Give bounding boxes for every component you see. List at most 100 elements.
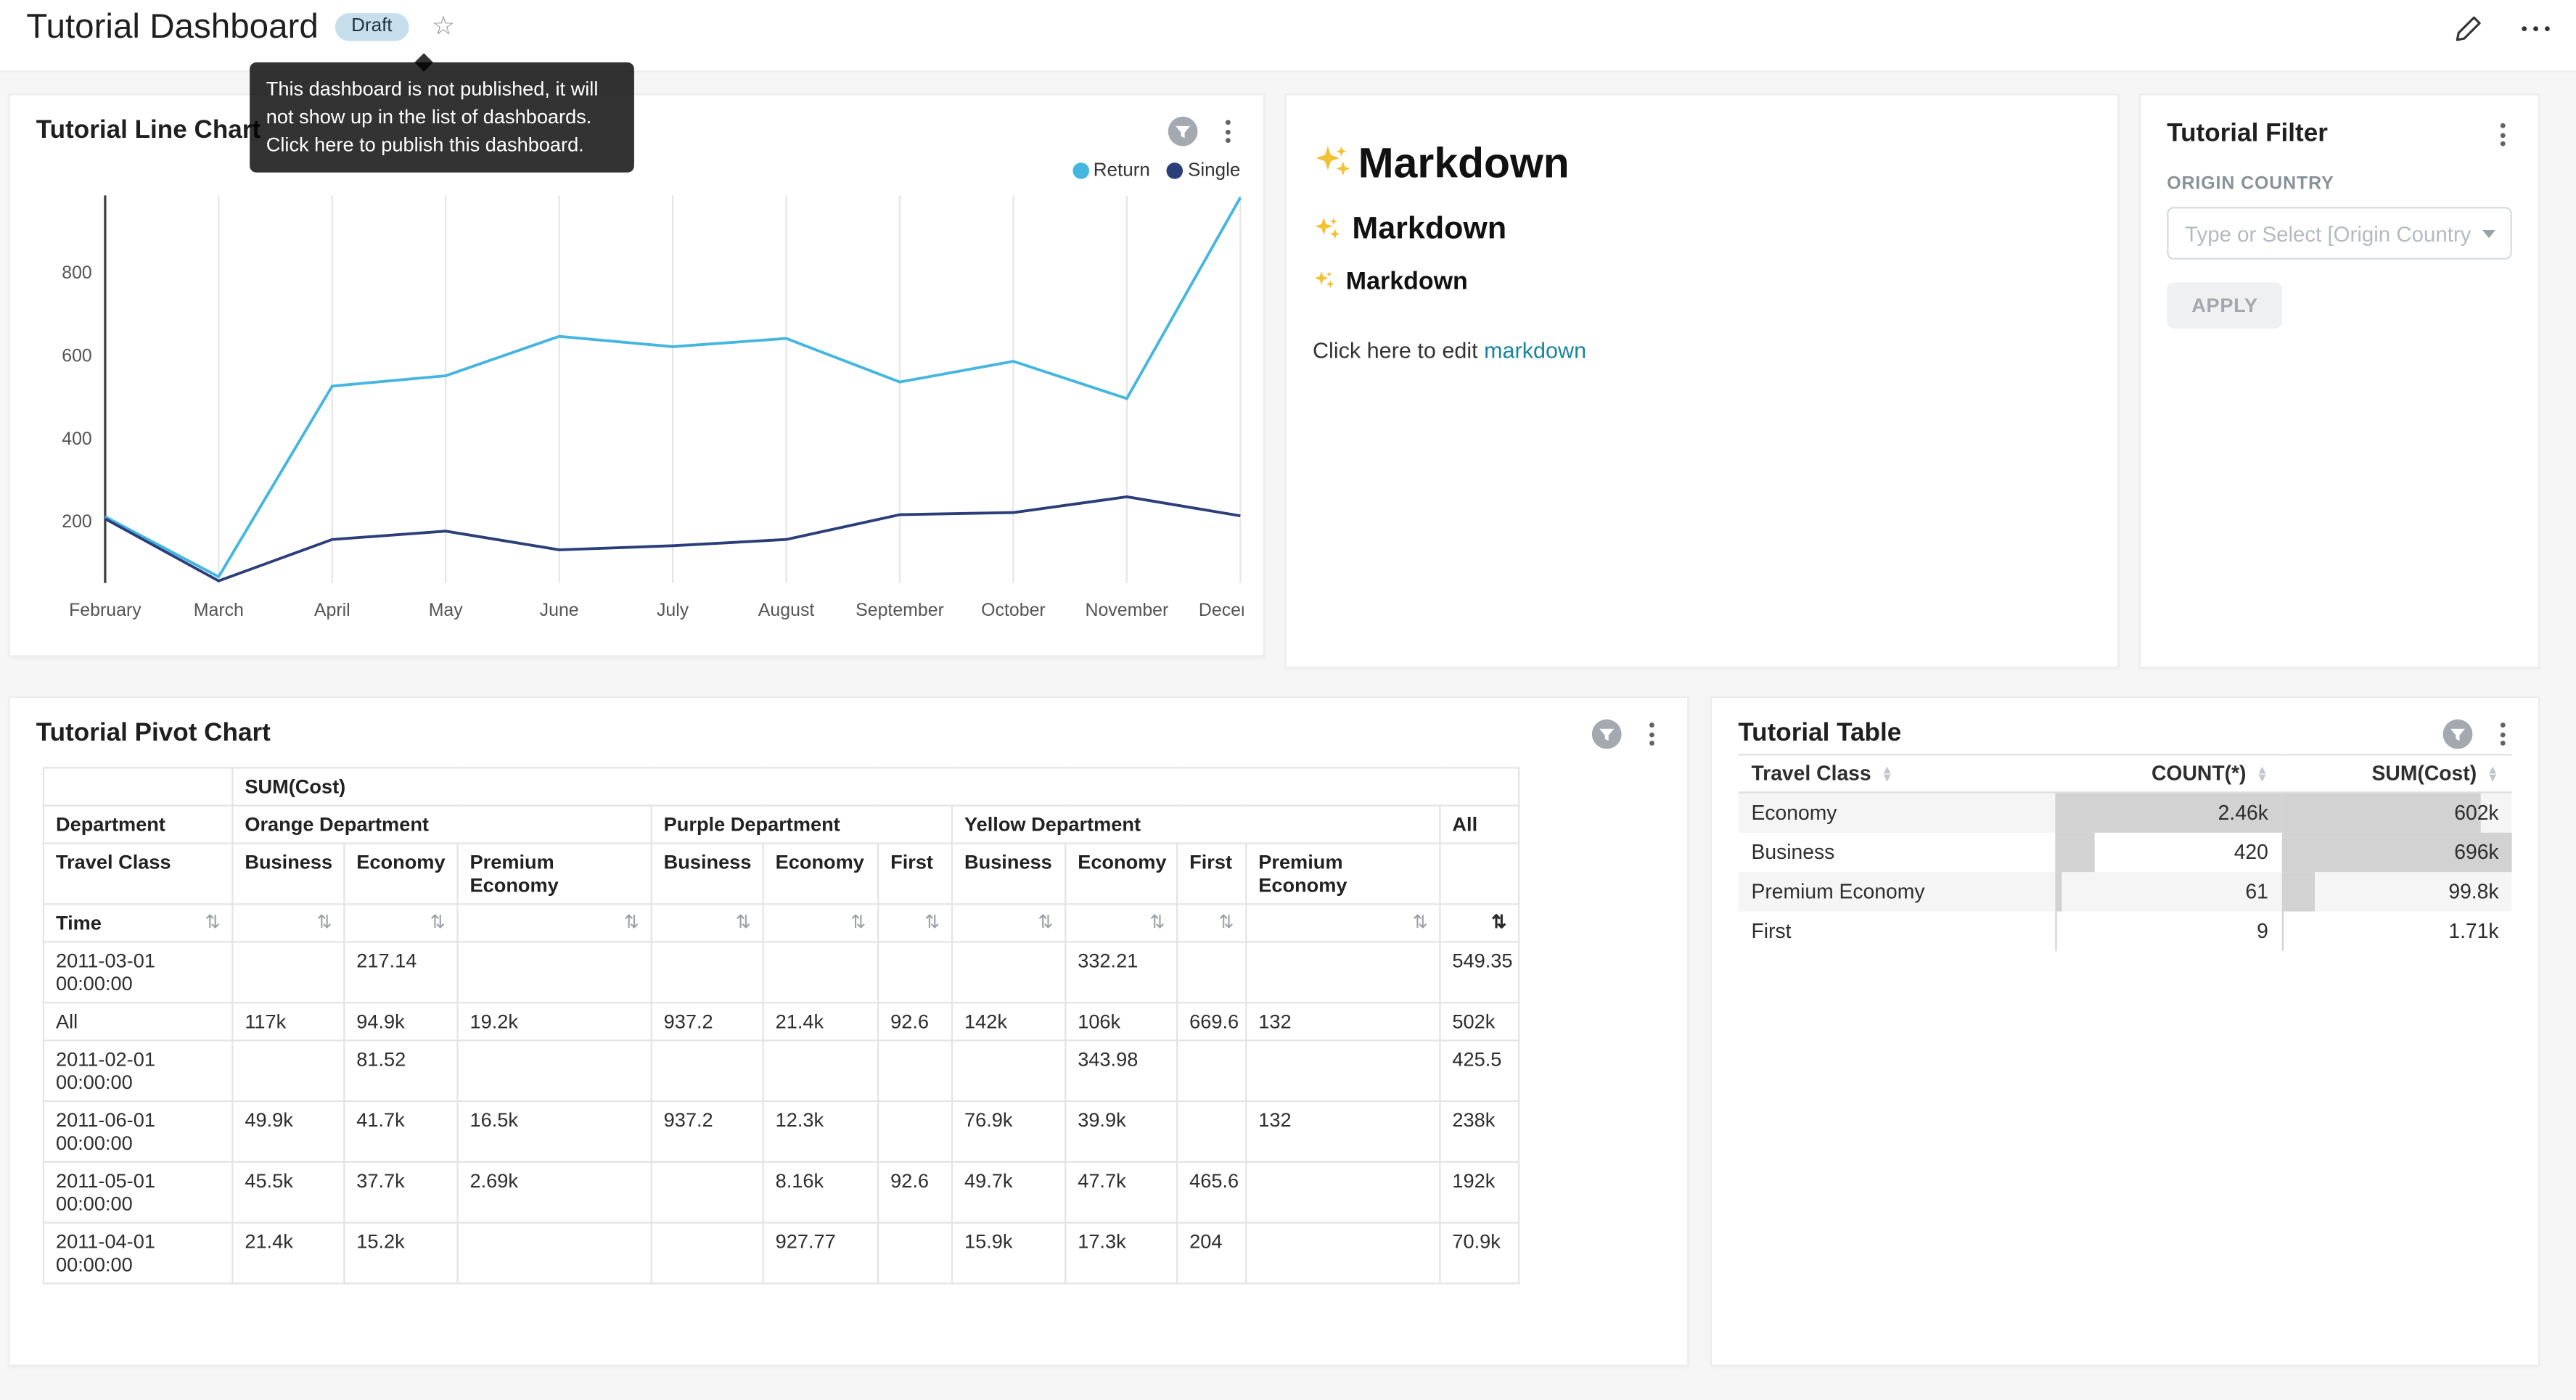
pivot-cell: 117k: [232, 1002, 344, 1040]
table-card: Tutorial Table Travel Class▲▼COUNT(*)▲▼S…: [1710, 696, 2540, 1367]
svg-text:800: 800: [62, 263, 92, 283]
table-row[interactable]: Business 420 696k: [1738, 833, 2511, 872]
sparkles-icon: [1313, 270, 1336, 293]
pivot-row-label: 2011-05-01 00:00:00: [44, 1162, 232, 1223]
sort-icon: ▲▼: [2487, 765, 2499, 783]
legend-item[interactable]: Single: [1167, 161, 1241, 181]
pivot-sort-cell: ⇅: [1246, 904, 1440, 942]
ellipsis-menu-icon[interactable]: [2521, 20, 2550, 38]
filter-circle-icon[interactable]: [2441, 717, 2474, 750]
kebab-menu-icon[interactable]: [1219, 115, 1237, 147]
edit-pencil-icon[interactable]: [2453, 15, 2481, 42]
markdown-heading-2: Markdown: [1313, 212, 2091, 248]
svg-text:November: November: [1085, 600, 1168, 620]
apply-button[interactable]: APPLY: [2167, 282, 2282, 328]
page-title: Tutorial Dashboard: [26, 7, 319, 49]
pivot-cell: 15.9k: [952, 1223, 1065, 1284]
sort-icon[interactable]: ⇅: [850, 912, 866, 935]
draft-status-badge[interactable]: Draft: [335, 13, 409, 41]
pivot-cell: [952, 1040, 1065, 1101]
pivot-cell: 17.3k: [1065, 1223, 1177, 1284]
filter-circle-icon[interactable]: [1166, 115, 1199, 147]
kebab-menu-icon[interactable]: [2494, 118, 2512, 151]
pivot-row-axis-label: Travel Class: [44, 844, 232, 905]
pivot-cell: [458, 942, 652, 1002]
svg-text:May: May: [429, 600, 464, 620]
table-column-header[interactable]: COUNT(*)▲▼: [2056, 754, 2281, 792]
table-card-title: Tutorial Table: [1738, 720, 1901, 749]
sum-cell: 99.8k: [2281, 872, 2512, 911]
sort-icon[interactable]: ⇅: [1491, 912, 1506, 935]
tutorial-table: Travel Class▲▼COUNT(*)▲▼SUM(Cost)▲▼ Econ…: [1738, 754, 2511, 951]
pivot-row: 2011-03-01 00:00:00217.14332.21549.35: [44, 942, 1519, 1002]
markdown-edit-link[interactable]: markdown: [1484, 338, 1586, 363]
svg-text:400: 400: [62, 429, 92, 449]
line-chart-svg: 200400600800FebruaryMarchAprilMayJuneJul…: [33, 186, 1244, 633]
table-row[interactable]: First 9 1.71k: [1738, 912, 2511, 951]
travel-class-cell: Economy: [1738, 792, 2056, 832]
pivot-cell: [878, 942, 952, 1002]
pivot-group-header: Yellow Department: [952, 806, 1440, 844]
kebab-menu-icon[interactable]: [2494, 717, 2512, 750]
pivot-cell: 19.2k: [458, 1002, 652, 1040]
pivot-cell: [952, 942, 1065, 1002]
dashboard-header: Tutorial Dashboard Draft ☆: [0, 0, 2576, 73]
star-icon[interactable]: ☆: [432, 12, 455, 44]
travel-class-cell: Premium Economy: [1738, 872, 2056, 911]
pivot-cell: 92.6: [878, 1002, 952, 1040]
pivot-class-header: Business: [952, 844, 1065, 905]
table-column-header[interactable]: SUM(Cost)▲▼: [2281, 754, 2512, 792]
sort-icon[interactable]: ⇅: [1218, 912, 1234, 935]
pivot-cell: 12.3k: [763, 1101, 878, 1162]
pivot-class-header: Economy: [1065, 844, 1177, 905]
pivot-card-title: Tutorial Pivot Chart: [36, 720, 271, 749]
sort-icon[interactable]: ⇅: [430, 912, 446, 935]
sort-icon[interactable]: ⇅: [736, 912, 751, 935]
kebab-menu-icon[interactable]: [1643, 717, 1661, 750]
pivot-corner-cell: [44, 767, 232, 805]
sort-icon[interactable]: ⇅: [624, 912, 639, 935]
line-chart-plot: 200400600800FebruaryMarchAprilMayJuneJul…: [33, 186, 1244, 641]
pivot-cell: [652, 1162, 763, 1223]
pivot-cell: 502k: [1440, 1002, 1519, 1040]
pivot-row-label: All: [44, 1002, 232, 1040]
pivot-cell: 217.14: [344, 942, 457, 1002]
table-row[interactable]: Premium Economy 61 99.8k: [1738, 872, 2511, 911]
pivot-table: SUM(Cost)DepartmentOrange DepartmentPurp…: [43, 767, 1519, 1284]
table-column-header[interactable]: Travel Class▲▼: [1738, 754, 2056, 792]
filter-circle-icon[interactable]: [1591, 717, 1623, 750]
pivot-cell: 16.5k: [458, 1101, 652, 1162]
sort-icon[interactable]: ⇅: [1413, 912, 1428, 935]
pivot-cell: 937.2: [652, 1101, 763, 1162]
pivot-group-header: Orange Department: [232, 806, 651, 844]
pivot-class-header: Economy: [344, 844, 457, 905]
svg-text:600: 600: [62, 345, 92, 366]
pivot-cell: [1246, 1040, 1440, 1101]
sort-icon[interactable]: ⇅: [205, 912, 221, 935]
pivot-cell: 94.9k: [344, 1002, 457, 1040]
publish-tooltip[interactable]: This dashboard is not published, it will…: [250, 62, 634, 173]
pivot-sort-cell: ⇅: [458, 904, 652, 942]
pivot-class-header: [1440, 844, 1519, 905]
pivot-sort-cell: ⇅: [652, 904, 763, 942]
pivot-row-label: 2011-06-01 00:00:00: [44, 1101, 232, 1162]
pivot-cell: [458, 1040, 652, 1101]
pivot-cell: 45.5k: [232, 1162, 344, 1223]
pivot-cell: 21.4k: [763, 1002, 878, 1040]
sort-icon[interactable]: ⇅: [924, 912, 940, 935]
legend-dot-icon: [1167, 162, 1184, 179]
sort-icon[interactable]: ⇅: [1038, 912, 1053, 935]
pivot-row: 2011-05-01 00:00:0045.5k37.7k2.69k8.16k9…: [44, 1162, 1519, 1223]
pivot-sort-cell: ⇅: [878, 904, 952, 942]
legend-item[interactable]: Return: [1072, 161, 1150, 181]
sort-icon[interactable]: ⇅: [1149, 912, 1165, 935]
pivot-cell: [1177, 1040, 1246, 1101]
sort-icon: ▲▼: [2256, 765, 2268, 783]
chevron-down-icon: [2482, 230, 2495, 238]
pivot-cell: 49.9k: [232, 1101, 344, 1162]
origin-country-select[interactable]: Type or Select [Origin Country]: [2167, 207, 2511, 259]
table-row[interactable]: Economy 2.46k 602k: [1738, 792, 2511, 832]
pivot-cell: 70.9k: [1440, 1223, 1519, 1284]
sort-icon[interactable]: ⇅: [316, 912, 332, 935]
travel-class-cell: First: [1738, 912, 2056, 951]
